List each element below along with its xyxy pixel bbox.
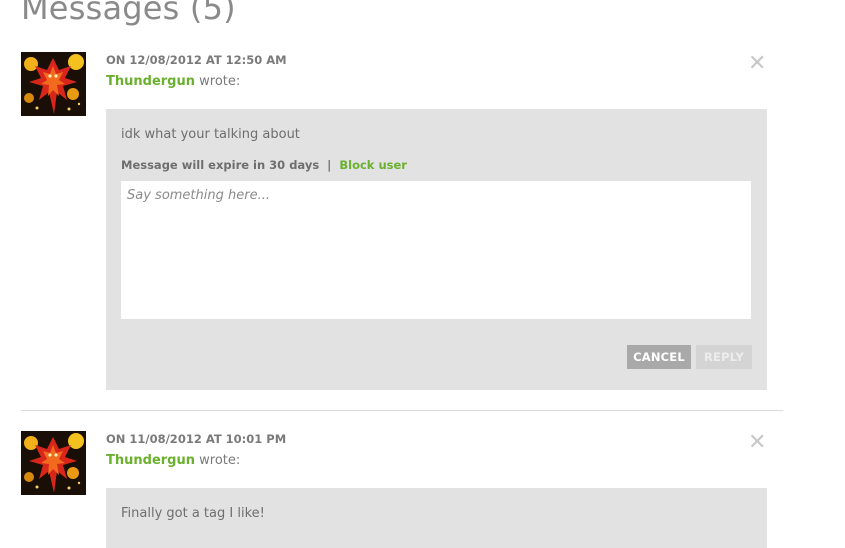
avatar[interactable] — [21, 431, 86, 495]
wrote-label: wrote: — [199, 453, 241, 468]
expire-text: Message will expire in 30 days — [121, 158, 320, 172]
page-title: Messages (5) — [21, 0, 236, 27]
author-link[interactable]: Thundergun — [106, 453, 195, 468]
author-line: Thundergun wrote: — [106, 74, 240, 89]
reply-textarea[interactable] — [121, 181, 751, 319]
author-line: Thundergun wrote: — [106, 453, 240, 468]
message-date: ON 12/08/2012 AT 12:50 AM — [106, 53, 287, 67]
block-user-link[interactable]: Block user — [339, 158, 407, 172]
cancel-button[interactable]: CANCEL — [627, 345, 691, 369]
reply-button[interactable]: REPLY — [696, 345, 752, 369]
wrote-label: wrote: — [199, 74, 241, 89]
expire-line: Message will expire in 30 days | Block use… — [121, 158, 407, 172]
message-text: idk what your talking about — [121, 127, 300, 142]
message-text: Finally got a tag I like! — [121, 506, 265, 521]
message-item: ON 12/08/2012 AT 12:50 AM Thundergun wro… — [21, 52, 783, 392]
divider — [21, 410, 783, 411]
close-icon[interactable]: ✕ — [748, 53, 766, 75]
author-link[interactable]: Thundergun — [106, 74, 195, 89]
message-item: ON 11/08/2012 AT 10:01 PM Thundergun wro… — [21, 431, 783, 548]
avatar[interactable] — [21, 52, 86, 116]
message-date: ON 11/08/2012 AT 10:01 PM — [106, 432, 287, 446]
separator: | — [327, 158, 332, 172]
message-bubble: idk what your talking about Message will… — [106, 109, 767, 390]
close-icon[interactable]: ✕ — [748, 432, 766, 454]
message-bubble: Finally got a tag I like! — [106, 488, 767, 548]
